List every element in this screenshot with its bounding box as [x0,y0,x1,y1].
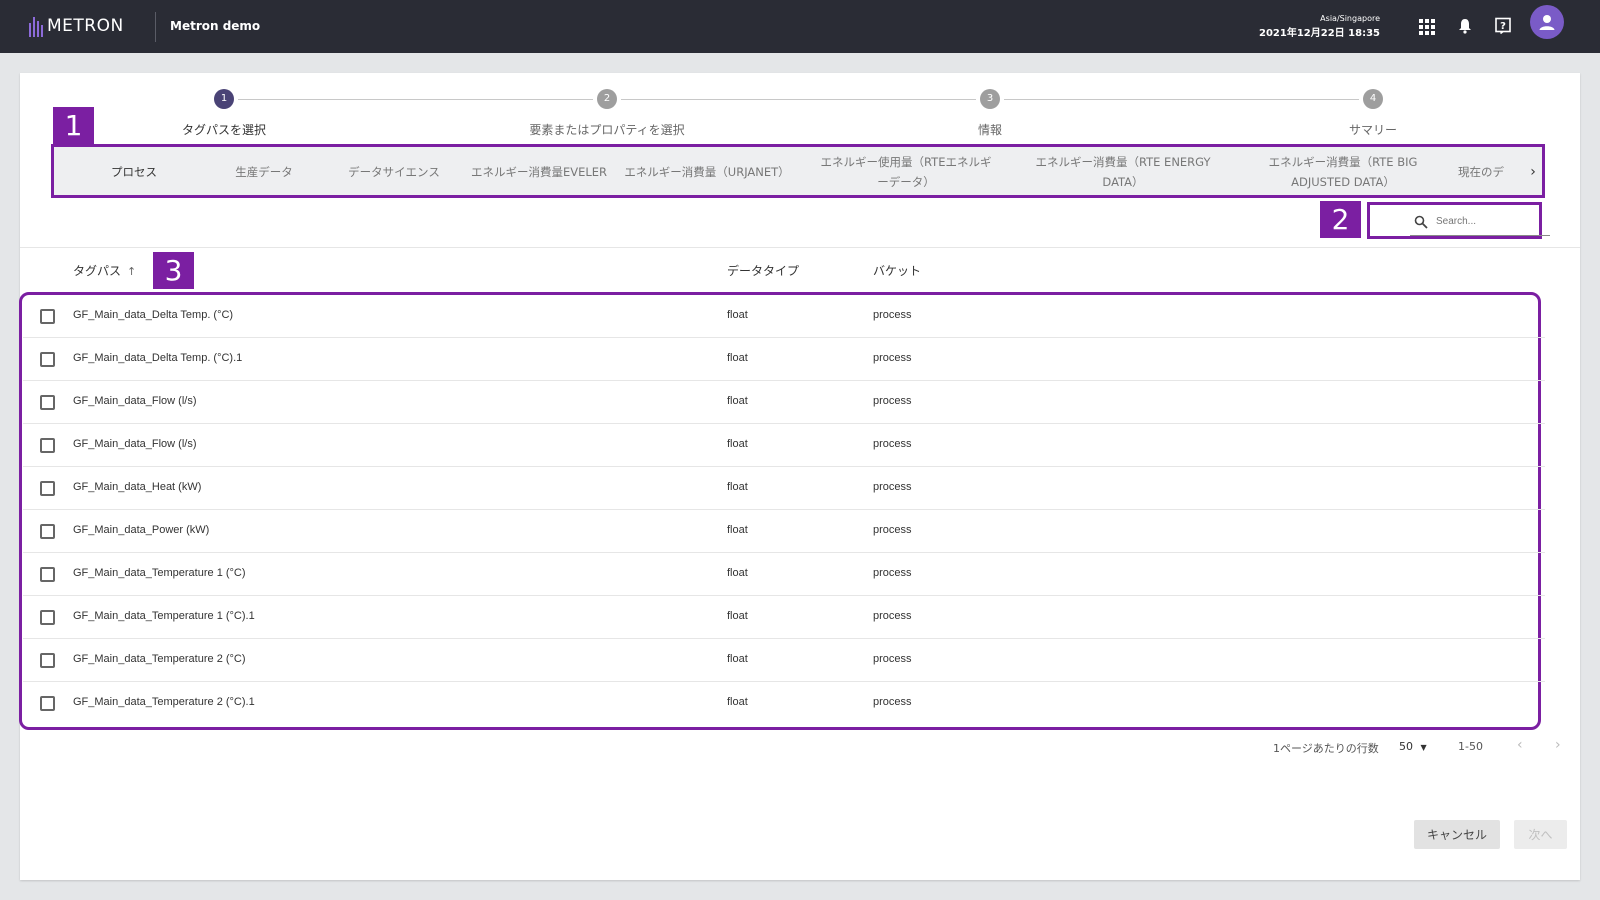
cell-bucket: process [873,524,912,536]
table-row[interactable]: GF_Main_data_Delta Temp. (°C).1 float pr… [23,338,1545,381]
help-icon[interactable]: ? [1493,16,1513,36]
cell-tagpath: GF_Main_data_Flow (l/s) [73,395,197,407]
annotation-label-3: 3 [153,252,194,289]
cell-datatype: float [727,524,748,536]
table-row[interactable]: GF_Main_data_Temperature 1 (°C) float pr… [23,553,1545,596]
cell-tagpath: GF_Main_data_Temperature 1 (°C) [73,567,246,579]
cell-bucket: process [873,352,912,364]
cell-bucket: process [873,438,912,450]
cell-datatype: float [727,309,748,321]
row-checkbox[interactable] [40,653,55,668]
annotation-label-2: 2 [1320,201,1361,238]
caret-down-icon: ▼ [1420,743,1427,752]
cell-datatype: float [727,567,748,579]
cell-datatype: float [727,481,748,493]
table-row[interactable]: GF_Main_data_Heat (kW) float process [23,467,1545,510]
user-avatar-icon[interactable] [1530,5,1564,39]
metron-logo[interactable]: METRON [29,13,124,37]
step-number: 4 [1363,89,1383,109]
rows-per-page-value: 50 [1399,740,1413,753]
search-input[interactable] [1436,216,1546,227]
svg-text:?: ? [1500,21,1506,32]
row-checkbox[interactable] [40,438,55,453]
step-label: 要素またはプロパティを選択 [529,123,685,137]
topbar-divider [155,12,156,42]
cell-bucket: process [873,653,912,665]
timezone-clock: Asia/Singapore 2021年12月22日 18:35 [1259,14,1380,39]
logo-text: METRON [47,16,124,36]
column-header-bucket[interactable]: バケット [873,262,921,279]
table-row[interactable]: GF_Main_data_Temperature 2 (°C).1 float … [23,682,1545,725]
app-name: Metron demo [170,19,261,33]
current-datetime: 2021年12月22日 18:35 [1259,28,1380,39]
table-row[interactable]: GF_Main_data_Delta Temp. (°C) float proc… [23,295,1545,338]
step-3: 3 情報 [890,89,1090,138]
cell-datatype: float [727,653,748,665]
column-header-label: タグパス [73,264,122,278]
main-card: 1 タグパスを選択 2 要素またはプロパティを選択 3 情報 4 サマリー 1 … [19,73,1580,880]
row-checkbox[interactable] [40,696,55,711]
sort-ascending-icon[interactable]: ↑ [127,265,136,278]
cell-tagpath: GF_Main_data_Temperature 1 (°C).1 [73,610,255,622]
cell-tagpath: GF_Main_data_Temperature 2 (°C).1 [73,696,255,708]
cell-bucket: process [873,309,912,321]
row-checkbox[interactable] [40,567,55,582]
row-checkbox[interactable] [40,352,55,367]
cell-tagpath: GF_Main_data_Flow (l/s) [73,438,197,450]
rows-per-page-select[interactable]: 50 ▼ [1399,740,1427,753]
cell-bucket: process [873,610,912,622]
row-checkbox[interactable] [40,481,55,496]
annotation-box-1 [51,144,1545,198]
cell-datatype: float [727,438,748,450]
cell-datatype: float [727,352,748,364]
step-label: 情報 [977,123,1002,137]
cell-bucket: process [873,395,912,407]
cell-bucket: process [873,567,912,579]
search-field[interactable] [1410,208,1550,236]
cell-tagpath: GF_Main_data_Temperature 2 (°C) [73,653,246,665]
step-2: 2 要素またはプロパティを選択 [507,89,707,138]
next-button[interactable]: 次へ [1514,820,1567,849]
logo-bars-icon [29,15,43,37]
next-page-icon[interactable]: › [1555,737,1561,753]
row-checkbox[interactable] [40,395,55,410]
row-checkbox[interactable] [40,610,55,625]
timezone-label: Asia/Singapore [1320,14,1380,23]
step-1: 1 タグパスを選択 [124,89,324,138]
step-number: 1 [214,89,234,109]
row-checkbox[interactable] [40,309,55,324]
table-row[interactable]: GF_Main_data_Temperature 2 (°C) float pr… [23,639,1545,682]
top-bar: METRON Metron demo Asia/Singapore 2021年1… [0,0,1600,53]
step-label: タグパスを選択 [181,123,266,137]
row-checkbox[interactable] [40,524,55,539]
column-header-datatype[interactable]: データタイプ [727,262,799,279]
column-header-tagpath[interactable]: タグパス ↑ [73,262,136,279]
cancel-button[interactable]: キャンセル [1414,820,1500,849]
cell-datatype: float [727,696,748,708]
rows-per-page-label: 1ページあたりの行数 [1273,742,1379,755]
table-row[interactable]: GF_Main_data_Flow (l/s) float process [23,381,1545,424]
annotation-label-1: 1 [53,107,94,144]
table-row[interactable]: GF_Main_data_Temperature 1 (°C).1 float … [23,596,1545,639]
cell-datatype: float [727,395,748,407]
step-number: 2 [597,89,617,109]
cell-tagpath: GF_Main_data_Power (kW) [73,524,210,536]
cell-tagpath: GF_Main_data_Delta Temp. (°C) [73,309,234,321]
bell-icon[interactable] [1455,16,1475,36]
divider [20,247,1580,248]
cell-datatype: float [727,610,748,622]
cell-bucket: process [873,481,912,493]
table-row[interactable]: GF_Main_data_Power (kW) float process [23,510,1545,553]
cell-bucket: process [873,696,912,708]
step-label: サマリー [1348,123,1397,137]
apps-grid-icon[interactable] [1419,19,1435,35]
cell-tagpath: GF_Main_data_Delta Temp. (°C).1 [73,352,243,364]
step-4: 4 サマリー [1273,89,1473,138]
prev-page-icon[interactable]: ‹ [1517,737,1523,753]
step-number: 3 [980,89,1000,109]
table-row[interactable]: GF_Main_data_Flow (l/s) float process [23,424,1545,467]
page-range: 1-50 [1458,740,1483,753]
search-icon [1414,215,1428,229]
cell-tagpath: GF_Main_data_Heat (kW) [73,481,202,493]
